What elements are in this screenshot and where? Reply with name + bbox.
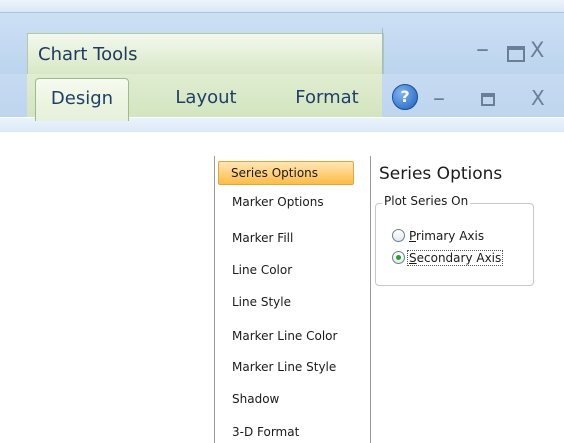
nav-item-label: 3-D Format [232,425,300,439]
primary-axis-radio[interactable] [392,229,405,242]
nav-item-line-color[interactable]: Line Color [216,259,366,281]
section-title: Series Options [379,164,503,184]
app-maximize-button[interactable] [507,46,525,62]
secondary-axis-radio[interactable] [392,251,405,264]
nav-item-label: Line Color [232,263,293,277]
chart-tools-title: Chart Tools [38,44,138,65]
ribbon: Chart Tools – X Design Layout Format ? –… [0,0,564,132]
nav-item-line-style[interactable]: Line Style [216,291,366,313]
tab-format[interactable]: Format [282,78,372,118]
nav-item-label: Marker Fill [232,231,294,245]
nav-item-label: Line Style [232,295,291,309]
tab-design[interactable]: Design [35,78,129,121]
nav-item-marker-line-style[interactable]: Marker Line Style [216,356,366,378]
nav-item-label: Marker Options [232,195,324,209]
nav-item-marker-line-color[interactable]: Marker Line Color [216,325,366,347]
nav-item-label: Marker Line Color [232,329,338,343]
nav-item-label: Shadow [232,392,280,406]
doc-minimize-button[interactable]: – [433,84,445,112]
doc-restore-button[interactable] [481,93,495,106]
app-close-button[interactable]: X [530,38,544,62]
nav-item-3d-format[interactable]: 3-D Format [216,421,366,443]
doc-close-button[interactable]: X [531,86,545,110]
tab-layout[interactable]: Layout [164,78,248,118]
primary-axis-label[interactable]: Primary Axis [409,229,484,243]
title-separator [382,28,383,76]
help-icon[interactable]: ? [392,84,418,110]
app-minimize-button[interactable]: – [476,34,489,64]
secondary-axis-label[interactable]: Secondary Axis [407,250,504,266]
group-label: Plot Series On [382,194,471,208]
nav-item-marker-options[interactable]: Marker Options [216,191,366,213]
nav-item-label: Marker Line Style [232,360,337,374]
nav-item-series-options[interactable]: Series Options [218,161,354,185]
window-top-strip [0,0,564,13]
nav-item-label: Series Options [231,166,319,180]
nav-item-marker-fill[interactable]: Marker Fill [216,227,366,249]
plot-series-groupbox [375,203,534,286]
nav-item-shadow[interactable]: Shadow [216,388,366,410]
